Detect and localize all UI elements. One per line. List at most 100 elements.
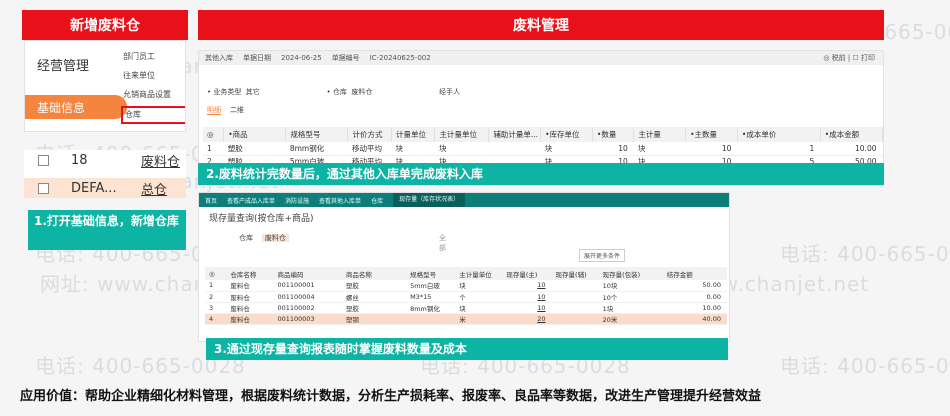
row-checkbox[interactable] — [38, 154, 49, 166]
cell: 4 — [205, 313, 227, 325]
cell: M3*15 — [406, 291, 456, 303]
cell: 废料仓 — [226, 302, 274, 314]
cell[interactable]: 块 — [434, 142, 489, 156]
cell[interactable]: 块 — [633, 142, 686, 156]
cell: 50.00 — [662, 280, 727, 292]
cell — [551, 291, 599, 303]
cell: 塑胶 — [341, 280, 407, 292]
warehouse-code: DEFA... — [71, 180, 117, 196]
cell: 1块 — [598, 302, 663, 314]
warehouse-name-link[interactable]: 废料仓 — [141, 151, 180, 170]
cell[interactable] — [488, 142, 541, 156]
tab-fire-facilities[interactable]: 消防设施 — [285, 196, 309, 205]
row-checkbox[interactable] — [38, 182, 49, 194]
cell[interactable]: 1 — [737, 142, 821, 156]
column-header: •数量 — [592, 127, 635, 142]
filter-hint: 全部 — [439, 234, 446, 252]
stock-table: ◎ 仓库名称 商品编码 商品名称 规格型号 主计量单位 现存量(主) 现存量(辅… — [205, 267, 727, 325]
column-header: 主计量单位 — [434, 127, 490, 142]
basic-info-tab[interactable]: 基础信息 — [25, 95, 127, 119]
cell: 3 — [205, 302, 227, 314]
cell: 001100003 — [273, 313, 342, 325]
cell — [551, 302, 599, 314]
table-row[interactable]: 1 废料仓 001100001 塑胶 5mm白玻 块 10 10块 50.00 — [205, 280, 727, 292]
cell: 米 — [455, 313, 503, 325]
cell[interactable]: 10 — [592, 142, 634, 156]
right-actions[interactable]: ◎ 税前 | ☐ 打印 — [823, 53, 883, 63]
table-row[interactable]: 3 废料仓 001100002 塑胶 8mm钢化 块 10 1块 10.00 — [205, 302, 727, 314]
cell: 40.00 — [662, 313, 727, 325]
subtab-detail[interactable]: 明细 — [207, 106, 221, 115]
callout-step-3: 3.通过现存量查询报表随时掌握废料数量及成本 — [206, 338, 728, 360]
column-header: •成本金额 — [820, 127, 883, 142]
cell[interactable]: 10 — [685, 142, 738, 156]
list-item[interactable]: 18 废料仓 — [24, 150, 186, 170]
column-header: 规格型号 — [285, 127, 349, 142]
date-value[interactable]: 2024-06-25 — [281, 54, 322, 62]
cell: 5mm白玻 — [406, 280, 456, 292]
tab-stock-status[interactable]: 现存量（库存状况表） — [393, 193, 466, 207]
callout-step-1: 1.打开基础信息，新增仓库 — [28, 210, 186, 250]
cell: 10个 — [598, 291, 663, 303]
cell — [406, 313, 456, 325]
doc-tab[interactable]: 其他入库 — [205, 53, 233, 63]
table-row[interactable]: 4 废料仓 001100003 塑钢 米 20 20米 40.00 — [205, 313, 727, 325]
menu-item-departments[interactable]: 部门员工 — [121, 47, 185, 66]
menu-item-partners[interactable]: 往来单位 — [121, 66, 185, 85]
expand-more-button[interactable]: 展开更多条件 — [579, 249, 626, 262]
cell[interactable]: 8mm钢化 — [285, 142, 348, 156]
stock-query-panel: 首页 查看产成品入库单 消防设施 查看其他入库单 仓库 现存量（库存状况表） 现… — [198, 192, 730, 342]
doc-filters: • 业务类型 其它 • 仓库 废料仓 经手人 — [207, 88, 461, 96]
cell: 螺丝 — [341, 291, 407, 303]
cell[interactable]: 移动平均 — [347, 142, 392, 156]
cell: 块 — [455, 302, 503, 314]
cell: 001100001 — [273, 280, 342, 292]
menu-item-sellable-goods[interactable]: 允销商品设置 — [121, 85, 185, 104]
warehouse-code: 18 — [71, 152, 88, 168]
cell-link[interactable]: 10 — [502, 280, 552, 292]
no-label: 单据编号 — [331, 54, 360, 62]
column-header: 结存金额 — [662, 267, 727, 280]
cell-link[interactable]: 10 — [502, 302, 552, 314]
tab-warehouse[interactable]: 仓库 — [371, 196, 383, 205]
cell[interactable]: 块 — [391, 142, 435, 156]
filter-label: 仓库 — [239, 234, 253, 242]
menu-item-warehouse[interactable]: 仓库 — [121, 106, 185, 124]
table-row[interactable]: 1 塑胶 8mm钢化 移动平均 块 块 块 10 块 10 1 10.00 — [203, 142, 883, 156]
basic-info-submenu: 部门员工 往来单位 允销商品设置 仓库 — [121, 47, 185, 124]
cell: 1 — [203, 142, 224, 156]
cell: 20米 — [598, 313, 663, 325]
column-header: •成本单价 — [737, 127, 821, 142]
filter-tag[interactable]: 废料仓 — [261, 234, 289, 242]
left-banner: 新增废料仓 — [22, 10, 188, 40]
tab-home[interactable]: 首页 — [205, 196, 217, 205]
cell: 2 — [205, 291, 227, 303]
cell[interactable]: 块 — [540, 142, 593, 156]
tab-other-inbound[interactable]: 查看其他入库单 — [319, 196, 361, 205]
column-header: 主计量单位 — [455, 267, 503, 280]
list-item[interactable]: DEFA... 总仓 — [24, 178, 186, 198]
column-header: 现存量(包装) — [598, 267, 663, 280]
cell: 废料仓 — [226, 291, 274, 303]
warehouse-list: 18 废料仓 DEFA... 总仓 — [24, 150, 186, 198]
cell[interactable]: 10.00 — [820, 142, 883, 156]
warehouse-name-link[interactable]: 总仓 — [141, 179, 167, 198]
cell: 8mm钢化 — [406, 302, 456, 314]
cell-link[interactable]: 20 — [502, 313, 552, 325]
expand-label: 展开更多条件 — [584, 253, 621, 260]
subtab-2d[interactable]: 二维 — [230, 106, 244, 114]
cell: 废料仓 — [226, 313, 274, 325]
column-header: 计量单位 — [391, 127, 436, 142]
column-header: 商品名称 — [341, 267, 407, 280]
date-label: 单据日期 — [243, 54, 271, 62]
tab-finished-inbound[interactable]: 查看产成品入库单 — [227, 196, 275, 205]
cell[interactable]: 塑胶 — [223, 142, 286, 156]
basic-info-menu-panel: 经营管理 基础信息 部门员工 往来单位 允销商品设置 仓库 — [24, 40, 186, 132]
report-filter: 仓库 废料仓 全部 — [239, 233, 446, 252]
page: 网址: www.chanjet.net 网址: www.chanjet.net … — [0, 0, 950, 416]
column-header: •主数量 — [685, 127, 738, 142]
column-header: ◎ — [205, 267, 227, 280]
watermark: 电话: 400-665-0028 — [780, 354, 950, 378]
table-row[interactable]: 2 废料仓 001100004 螺丝 M3*15 个 10 10个 0.00 — [205, 291, 727, 303]
cell-link[interactable]: 10 — [502, 291, 552, 303]
